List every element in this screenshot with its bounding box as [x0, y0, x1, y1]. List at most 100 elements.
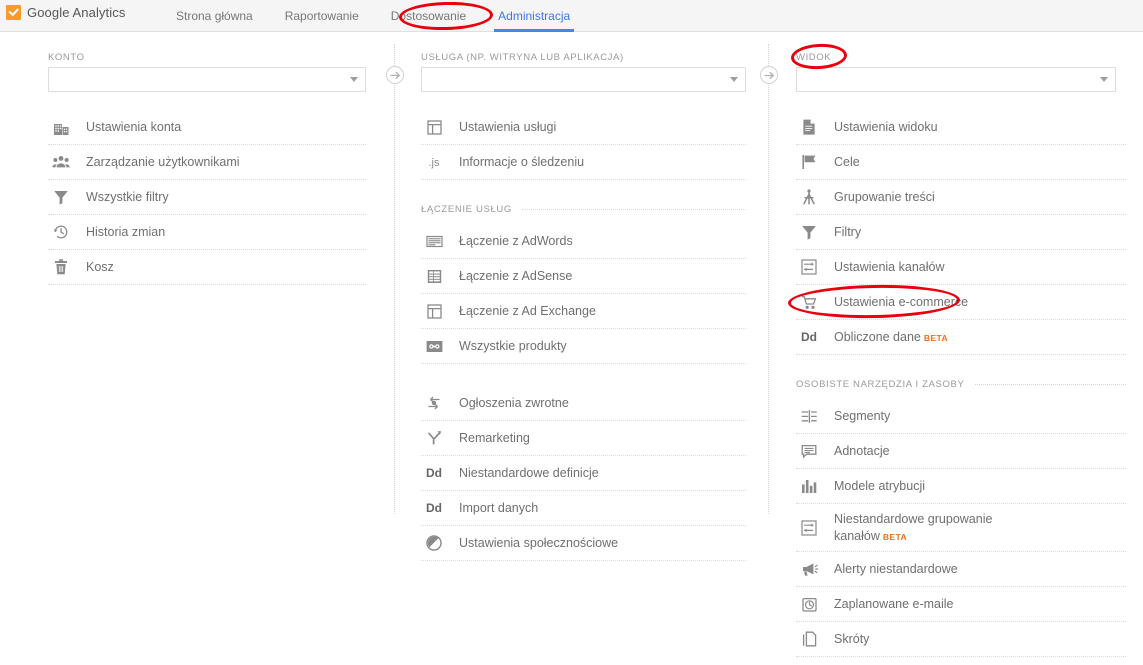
- bar-chart-icon: [798, 475, 820, 497]
- menu-item-label: Segmenty: [834, 408, 891, 423]
- channels-icon: [798, 256, 820, 278]
- menu-item-label: Import danych: [459, 500, 539, 515]
- funnel-icon: [50, 186, 72, 208]
- property-column-label: USŁUGA (NP. WITRYNA LUB APLIKACJA): [421, 52, 624, 63]
- window-icon: [423, 300, 445, 322]
- funnel-icon: [798, 221, 820, 243]
- menu-item-label: Kosz: [86, 259, 114, 274]
- dd-icon: Dd: [426, 501, 442, 515]
- account-column: KONTO Ustawienia konta Zarządzanie użytk…: [25, 32, 390, 285]
- menu-item-user-management[interactable]: Zarządzanie użytkownikami: [48, 145, 366, 180]
- check-square-icon: [6, 5, 21, 20]
- all-products-icon: [423, 335, 445, 357]
- section-label: OSOBISTE NARZĘDZIA I ZASOBY: [796, 378, 965, 390]
- property-linking-section-header: ŁĄCZENIE USŁUG: [421, 194, 746, 224]
- admin-columns: KONTO Ustawienia konta Zarządzanie użytk…: [0, 32, 1143, 665]
- menu-item-adsense-linking[interactable]: Łączenie z AdSense: [421, 259, 746, 294]
- dd-icon: Dd: [801, 330, 817, 344]
- menu-item-calculated-metrics[interactable]: Dd Obliczone dane BETA: [796, 320, 1126, 355]
- nav-tab-home[interactable]: Strona główna: [160, 0, 269, 32]
- menu-item-tracking-info[interactable]: .js Informacje o śledzeniu: [421, 145, 746, 180]
- menu-item-custom-channel-grouping[interactable]: Niestandardowe grupowanie kanałów BETA: [796, 504, 1126, 552]
- menu-item-view-settings[interactable]: Ustawienia widoku: [796, 110, 1126, 145]
- arrow-right-circle-icon[interactable]: [760, 66, 778, 84]
- menu-item-segments[interactable]: Segmenty: [796, 399, 1126, 434]
- megaphone-icon: [798, 558, 820, 580]
- menu-item-trash[interactable]: Kosz: [48, 250, 366, 285]
- menu-item-social-settings[interactable]: Ustawienia społecznościowe: [421, 526, 746, 561]
- app-header: Google Analytics Strona główna Raportowa…: [0, 0, 1143, 32]
- chevron-down-icon: [350, 77, 358, 82]
- dd-icon: Dd: [426, 466, 442, 480]
- menu-item-goals[interactable]: Cele: [796, 145, 1126, 180]
- menu-gap: [421, 364, 746, 386]
- main-nav: Strona główna Raportowanie Dostosowanie …: [160, 0, 586, 32]
- shopping-cart-icon: [798, 291, 820, 313]
- logo-text: Google Analytics: [27, 5, 126, 20]
- menu-item-remarketing[interactable]: Remarketing: [421, 421, 746, 456]
- menu-item-label: Adnotacje: [834, 443, 890, 458]
- channels-icon: [798, 517, 820, 539]
- menu-item-adexchange-linking[interactable]: Łączenie z Ad Exchange: [421, 294, 746, 329]
- flag-icon: [798, 151, 820, 173]
- menu-item-attribution-models[interactable]: Modele atrybucji: [796, 469, 1126, 504]
- menu-item-label: Ustawienia społecznościowe: [459, 535, 619, 550]
- property-select[interactable]: [421, 67, 746, 92]
- menu-item-adwords-linking[interactable]: Łączenie z AdWords: [421, 224, 746, 259]
- view-select[interactable]: [796, 67, 1116, 92]
- account-menu: Ustawienia konta Zarządzanie użytkownika…: [48, 110, 366, 285]
- menu-item-postbacks[interactable]: Ogłoszenia zwrotne: [421, 386, 746, 421]
- menu-item-channel-settings[interactable]: Ustawienia kanałów: [796, 250, 1126, 285]
- view-menu: Ustawienia widoku Cele Grupowanie treści…: [796, 110, 1126, 665]
- users-icon: [50, 151, 72, 173]
- account-select[interactable]: [48, 67, 366, 92]
- view-column: WIDOK Ustawienia widoku Cele Grupowanie …: [780, 32, 1130, 665]
- segments-icon: [798, 405, 820, 427]
- admin-page: Google Analytics Strona główna Raportowa…: [0, 0, 1143, 665]
- menu-item-shortcuts[interactable]: Skróty: [796, 622, 1126, 657]
- nav-tab-reporting[interactable]: Raportowanie: [269, 0, 375, 32]
- arrow-right-circle-icon[interactable]: [386, 66, 404, 84]
- section-rule: [521, 208, 746, 210]
- window-icon: [423, 116, 445, 138]
- menu-item-custom-alerts[interactable]: Alerty niestandardowe: [796, 552, 1126, 587]
- ga-logo[interactable]: Google Analytics: [6, 5, 125, 20]
- menu-item-change-history[interactable]: Historia zmian: [48, 215, 366, 250]
- property-column: USŁUGA (NP. WITRYNA LUB APLIKACJA) Ustaw…: [405, 32, 765, 561]
- nav-tab-customization[interactable]: Dostosowanie: [375, 0, 482, 32]
- menu-item-label: Cele: [834, 154, 860, 169]
- annotation-icon: [798, 440, 820, 462]
- menu-item-label: Historia zmian: [86, 224, 166, 239]
- account-column-label: KONTO: [48, 52, 85, 63]
- menu-item-data-import[interactable]: Dd Import danych: [421, 491, 746, 526]
- menu-item-label: Ustawienia kanałów: [834, 259, 945, 274]
- content-grouping-icon: [798, 186, 820, 208]
- menu-item-label: Ustawienia widoku: [834, 119, 938, 134]
- building-icon: [50, 116, 72, 138]
- menu-item-property-settings[interactable]: Ustawienia usługi: [421, 110, 746, 145]
- menu-item-ecommerce-settings[interactable]: Ustawienia e-commerce: [796, 285, 1126, 320]
- menu-item-label: Obliczone dane BETA: [834, 329, 948, 344]
- social-globe-icon: [423, 532, 445, 554]
- menu-item-label: Łączenie z AdSense: [459, 268, 573, 283]
- menu-item-resource-sharing[interactable]: Udostępnianie zasobów: [796, 657, 1126, 665]
- chevron-down-icon: [730, 77, 738, 82]
- menu-item-annotations[interactable]: Adnotacje: [796, 434, 1126, 469]
- js-icon: .js: [423, 151, 445, 173]
- nav-tab-admin[interactable]: Administracja: [482, 0, 586, 32]
- menu-item-filters[interactable]: Filtry: [796, 215, 1126, 250]
- menu-item-scheduled-emails[interactable]: Zaplanowane e-maile: [796, 587, 1126, 622]
- section-label: ŁĄCZENIE USŁUG: [421, 203, 512, 215]
- beta-badge: BETA: [923, 332, 948, 343]
- menu-item-custom-definitions[interactable]: Dd Niestandardowe definicje: [421, 456, 746, 491]
- menu-item-all-filters[interactable]: Wszystkie filtry: [48, 180, 366, 215]
- menu-item-all-products[interactable]: Wszystkie produkty: [421, 329, 746, 364]
- view-column-label: WIDOK: [796, 52, 832, 63]
- page-icon: [798, 628, 820, 650]
- menu-item-account-settings[interactable]: Ustawienia konta: [48, 110, 366, 145]
- svg-text:.js: .js: [429, 157, 441, 169]
- menu-item-content-grouping[interactable]: Grupowanie treści: [796, 180, 1126, 215]
- menu-item-label: Zarządzanie użytkownikami: [86, 154, 240, 169]
- menu-item-label: Ogłoszenia zwrotne: [459, 395, 569, 410]
- menu-item-label: Wszystkie produkty: [459, 338, 567, 353]
